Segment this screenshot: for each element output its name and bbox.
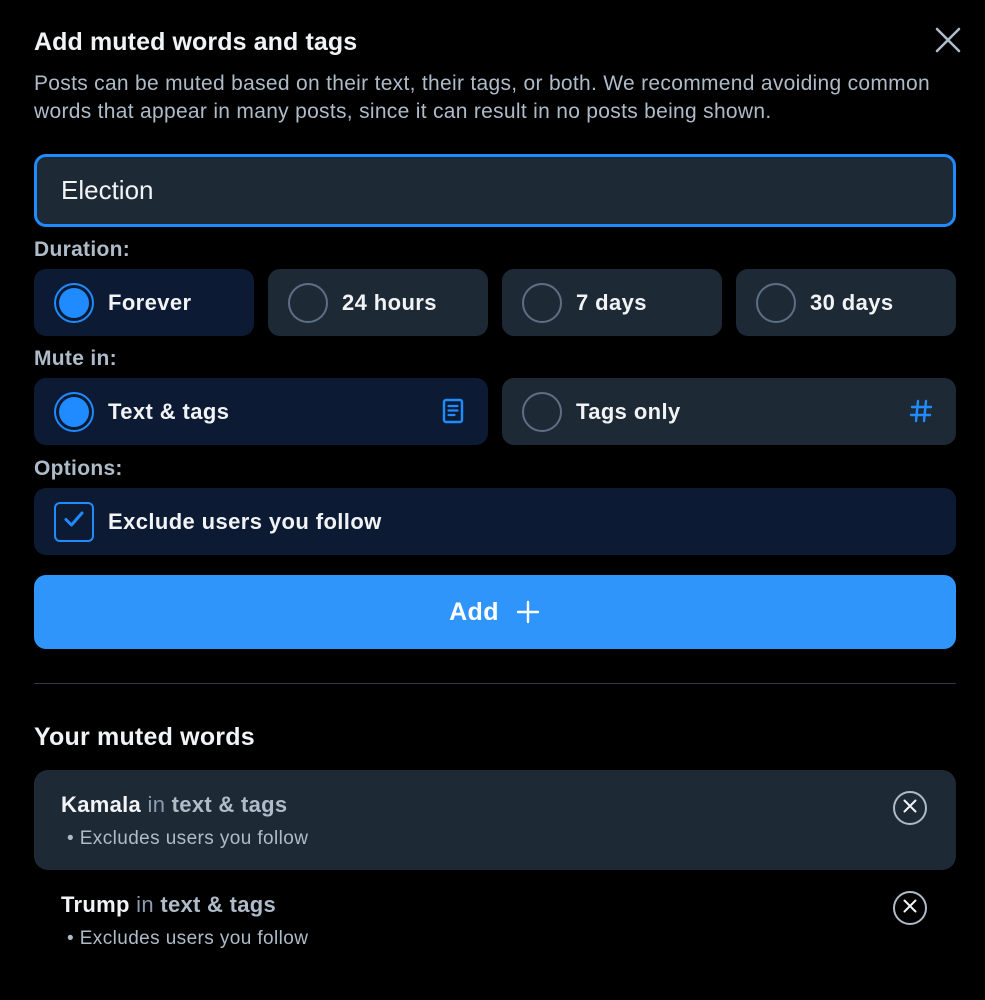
radio-button [288,282,328,323]
plus-icon [515,599,541,625]
close-button[interactable] [928,22,968,62]
radio-button [522,391,562,432]
mute-in-text-and-tags-option[interactable]: Text & tags [34,378,488,445]
duration-option-label: 24 hours [342,289,437,315]
muted-word-scope: text & tags [171,792,288,817]
muted-word: Kamala [61,792,142,817]
document-icon [440,398,466,424]
checkbox-checked [54,501,94,542]
remove-muted-word-button[interactable] [893,891,927,925]
options-label: Options: [34,457,123,480]
duration-30-days-option[interactable]: 30 days [736,269,956,336]
muted-word-note: • Excludes users you follow [67,928,309,949]
muted-word-item: Kamala in text & tags • Excludes users y… [34,770,956,870]
mute-in-label: Mute in: [34,347,117,370]
duration-forever-option[interactable]: Forever [34,269,254,336]
duration-option-label: 30 days [810,289,894,315]
radio-button-checked [54,282,94,323]
remove-muted-word-button[interactable] [893,791,927,825]
radio-button-checked [54,391,94,432]
radio-button [522,282,562,323]
muted-word-scope: text & tags [160,892,277,917]
duration-option-label: Forever [108,289,192,315]
muted-words-heading: Your muted words [34,723,255,751]
mute-words-dialog: Add muted words and tags Posts can be mu… [0,0,985,1000]
muted-word-summary: Kamala in text & tags [61,792,287,818]
dialog-description: Posts can be muted based on their text, … [34,72,930,123]
close-icon [934,26,962,59]
add-button-label: Add [449,597,499,626]
muted-word: Trump [61,892,130,917]
muted-word-input[interactable] [34,154,956,227]
muted-word-in: in [136,892,154,917]
radio-button [756,282,796,323]
hashtag-icon [908,398,934,424]
muted-word-in: in [147,792,166,817]
duration-7-days-option[interactable]: 7 days [502,269,722,336]
mute-in-option-label: Tags only [576,398,681,424]
muted-word-item: Trump in text & tags • Excludes users yo… [34,870,956,970]
add-button[interactable]: Add [34,575,956,649]
checkmark-icon [63,510,85,533]
duration-option-label: 7 days [576,289,647,315]
muted-word-summary: Trump in text & tags [61,892,276,918]
exclude-following-option[interactable]: Exclude users you follow [34,488,956,555]
close-circle-icon [903,799,917,818]
duration-label: Duration: [34,238,131,261]
close-circle-icon [903,899,917,918]
exclude-following-label: Exclude users you follow [108,508,382,534]
dialog-title: Add muted words and tags [34,28,358,56]
muted-word-note: • Excludes users you follow [67,828,309,849]
mute-in-option-label: Text & tags [108,398,230,424]
duration-24-hours-option[interactable]: 24 hours [268,269,488,336]
divider [34,683,956,684]
mute-in-tags-only-option[interactable]: Tags only [502,378,956,445]
